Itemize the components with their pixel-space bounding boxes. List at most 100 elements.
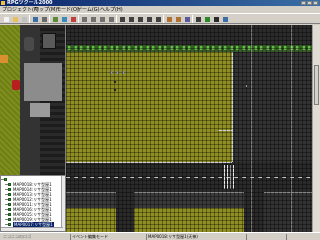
undo-icon — [42, 17, 47, 22]
fence-post — [206, 46, 209, 50]
upper-layer-button[interactable] — [60, 15, 68, 23]
map-parking-line-2 — [291, 25, 292, 232]
fence-post — [284, 46, 287, 50]
map-tree-item[interactable]: MAP0018:リサ型屋1 — [1, 182, 65, 187]
event-marker-2[interactable] — [116, 71, 119, 74]
upper-layer-icon — [62, 17, 67, 22]
new-project-button[interactable] — [2, 15, 10, 23]
database-button[interactable] — [165, 15, 173, 23]
map-tree-hscrollbar[interactable] — [1, 227, 63, 231]
fence-post — [254, 46, 257, 50]
palette-pipe-tile[interactable] — [24, 37, 34, 51]
map-tree-item[interactable]: MAP0019:リサ型屋1 — [1, 217, 65, 222]
fullscreen-button[interactable] — [212, 15, 220, 23]
open-project-button[interactable] — [11, 15, 19, 23]
fence-post — [260, 46, 263, 50]
zoom-1-4-button[interactable] — [98, 15, 106, 23]
toolbar-separator — [163, 15, 164, 23]
fence-post — [164, 46, 167, 50]
zoom-1-1-button[interactable] — [80, 15, 88, 23]
rectangle-button[interactable] — [127, 15, 135, 23]
map-tree-vscrollbar[interactable] — [61, 176, 65, 231]
fence-post — [122, 46, 125, 50]
event-marker-5[interactable] — [114, 89, 116, 91]
map-scroll-thumb[interactable] — [314, 65, 319, 105]
map-grass-lot-bottom-left[interactable] — [66, 208, 116, 232]
map-tree-item[interactable]: MAP0013:リサ型屋1 — [1, 192, 65, 197]
rectangle-icon — [129, 17, 134, 22]
map-tree-label: MAP0012:リサ型屋1 — [13, 197, 52, 202]
map-icon — [8, 188, 11, 191]
menu-bar: プロジェクト(F) マップ(M) モード(O) ゲーム(G) ヘルプ(H) — [0, 6, 320, 13]
map-tree-item[interactable] — [1, 177, 65, 182]
material-button[interactable] — [174, 15, 182, 23]
map-tree-item[interactable]: MAP0015:リサ型屋1 — [1, 212, 65, 217]
map-grass-lot-bottom-middle[interactable] — [134, 208, 244, 232]
music-button[interactable] — [194, 15, 202, 23]
map-parking-line — [251, 25, 252, 232]
event-layer-button[interactable] — [69, 15, 77, 23]
map-side-road-right[interactable] — [244, 192, 264, 232]
help-icon — [223, 17, 228, 22]
map-icon — [8, 218, 11, 221]
test-play-button[interactable] — [203, 15, 211, 23]
status-map-name: MAP0018:リサ型屋1(天神) — [146, 234, 246, 240]
fence-post — [272, 46, 275, 50]
ellipse-icon — [138, 17, 143, 22]
fence-post — [86, 46, 89, 50]
palette-concrete-tile-small[interactable] — [30, 103, 50, 117]
zoom-1-8-icon — [109, 17, 114, 22]
map-parking-lot[interactable] — [232, 52, 320, 162]
map-rooftop-area[interactable] — [66, 25, 320, 45]
map-tree-item[interactable]: MAP0014:リサ型屋1 — [1, 187, 65, 192]
zoom-1-2-button[interactable] — [89, 15, 97, 23]
event-layer-icon — [71, 17, 76, 22]
help-button[interactable] — [221, 15, 229, 23]
map-tree-item[interactable]: MAP0012:リサ型屋1 — [1, 197, 65, 202]
save-button[interactable] — [31, 15, 39, 23]
map-curb-bottom-left — [66, 192, 116, 193]
map-tree-item[interactable]: MAP0011:リサ型屋1 — [1, 202, 65, 207]
palette-orange-prop-tile[interactable] — [0, 55, 8, 63]
script-button[interactable] — [183, 15, 191, 23]
material-icon — [176, 17, 181, 22]
event-marker-4[interactable] — [114, 81, 116, 83]
map-grass-lot[interactable] — [66, 52, 232, 162]
map-fence-row[interactable] — [66, 45, 320, 52]
map-canvas[interactable] — [66, 25, 320, 232]
map-tree-label: MAP0011:リサ型屋1 — [13, 202, 52, 207]
close-button[interactable] — [313, 1, 318, 5]
open-project-icon — [13, 17, 18, 22]
undo-button[interactable] — [40, 15, 48, 23]
map-side-road-left[interactable] — [116, 192, 134, 232]
fill-button[interactable] — [145, 15, 153, 23]
palette-machine-tile[interactable] — [42, 33, 56, 49]
fence-post — [98, 46, 101, 50]
map-vertical-scrollbar[interactable] — [312, 25, 320, 232]
select-button[interactable] — [154, 15, 162, 23]
map-curb-stub — [218, 130, 232, 131]
fence-post — [170, 46, 173, 50]
lower-layer-button[interactable] — [51, 15, 59, 23]
map-tree-item[interactable]: MAP0016:リサ型屋1 — [1, 207, 65, 212]
palette-grass-tiles[interactable] — [0, 25, 20, 175]
zoom-1-8-button[interactable] — [107, 15, 115, 23]
minimize-button[interactable] — [301, 1, 306, 5]
pencil-button[interactable] — [118, 15, 126, 23]
map-icon — [8, 193, 11, 196]
palette-concrete-tile[interactable] — [24, 63, 62, 101]
fence-post — [110, 46, 113, 50]
map-tree-label: MAP0018:リサ型屋1 — [13, 182, 52, 187]
fence-post — [188, 46, 191, 50]
event-marker-1[interactable] — [110, 71, 113, 74]
palette-red-hydrant-tile[interactable] — [12, 80, 20, 90]
tile-palette[interactable] — [0, 25, 66, 175]
map-tree[interactable]: MAP0020:リサ型屋1MAP0017:リサ型屋1MAP0019:リサ型屋1M… — [0, 175, 66, 232]
maximize-button[interactable] — [307, 1, 312, 5]
fence-post — [212, 46, 215, 50]
save-icon — [33, 17, 38, 22]
ellipse-button[interactable] — [136, 15, 144, 23]
close-project-button[interactable] — [20, 15, 28, 23]
event-marker-3[interactable] — [122, 71, 125, 74]
fence-post — [140, 46, 143, 50]
